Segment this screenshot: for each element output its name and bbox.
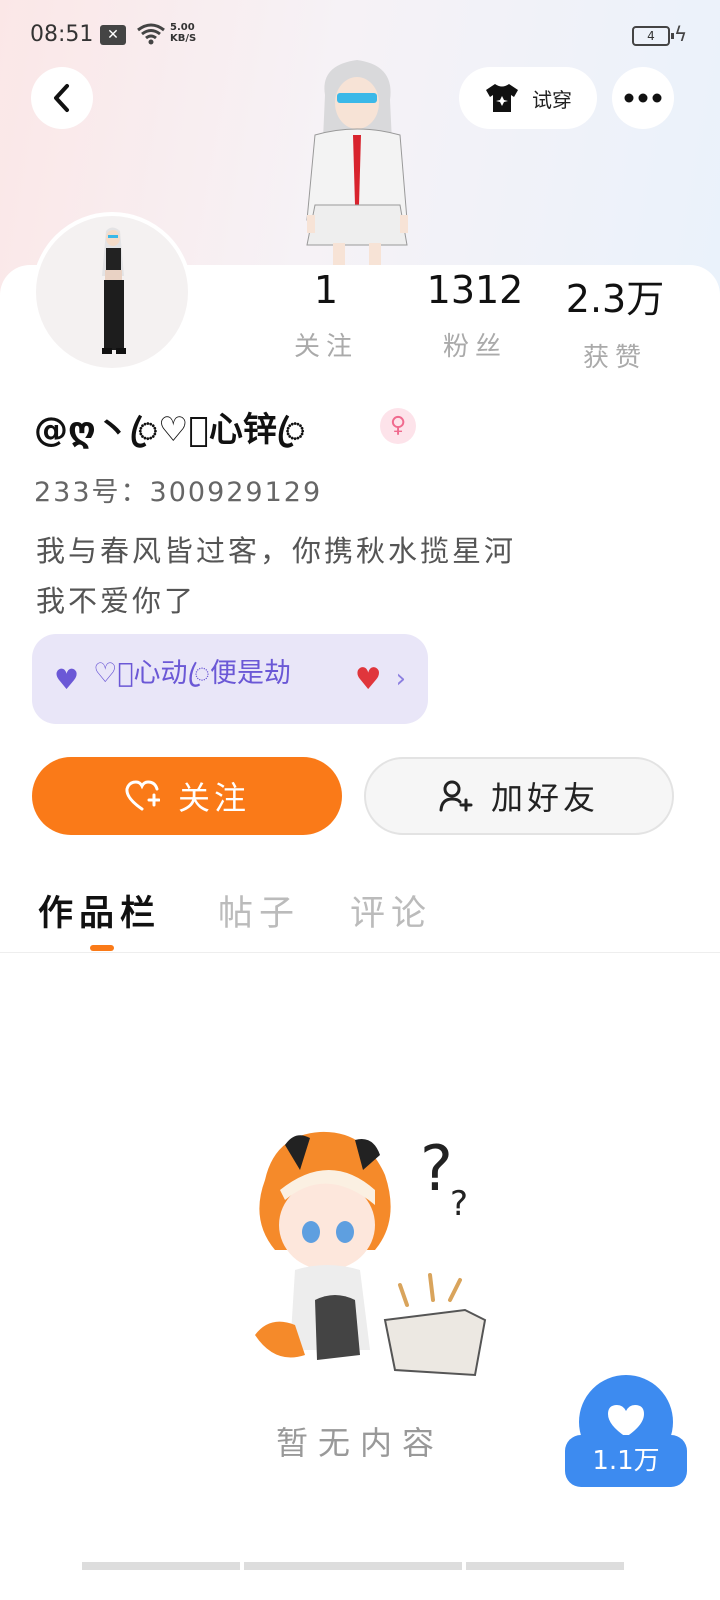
tab-posts[interactable]: 帖子 [218, 885, 300, 936]
notification-icon: ✕ [100, 25, 126, 45]
user-id: 233号：300929129 [34, 477, 323, 508]
back-icon [54, 84, 69, 112]
heart-icon: ♥ [54, 662, 80, 696]
fan-medal-banner[interactable]: ♥ ♡ꦿ心动ꦿ便是劫 ♥ › [32, 634, 428, 724]
followers-count: 1312 [426, 268, 524, 312]
status-time: 08:51 [30, 22, 94, 47]
followers-label: 粉丝 [442, 332, 507, 362]
likes-label: 获赞 [582, 343, 647, 373]
red-heart-icon: ♥ [354, 661, 382, 697]
nav-bar-segment [244, 1562, 462, 1570]
network-speed-unit: KB/S [170, 33, 197, 44]
bio-line-1: 我与春风皆过客，你携秋水揽星河 [36, 534, 517, 568]
network-speed-value: 5.00 [170, 22, 195, 33]
nav-bar-segment [82, 1562, 240, 1570]
shirt-icon [486, 84, 518, 112]
charging-icon: ϟ [674, 22, 688, 46]
add-friend-label: 加好友 [490, 779, 599, 817]
medal-text: ♡ꦿ心动ꦿ便是劫 [93, 658, 291, 689]
heart-plus-icon [125, 780, 160, 811]
back-button[interactable] [31, 67, 93, 129]
likes-count: 2.3万 [565, 277, 665, 321]
bio-line-2: 我不爱你了 [36, 584, 197, 618]
tab-divider [0, 952, 720, 953]
heart-icon [608, 1405, 644, 1437]
try-on-label: 试穿 [532, 87, 572, 112]
tab-works[interactable]: 作品栏 [38, 885, 161, 936]
stat-followers[interactable]: 1312 粉丝 [420, 268, 530, 363]
wifi-icon [136, 22, 166, 50]
follow-label: 关注 [177, 779, 250, 817]
more-button[interactable] [612, 67, 674, 129]
svg-text:?: ? [420, 1132, 453, 1205]
avatar-figure [102, 227, 126, 354]
chevron-right-icon: › [395, 664, 406, 694]
user-plus-icon [439, 780, 473, 812]
follow-button[interactable]: 关注 [32, 757, 342, 835]
try-on-button[interactable]: 试穿 [459, 67, 597, 129]
nav-bar-segment [466, 1562, 624, 1570]
female-icon: ♀ [380, 408, 416, 444]
following-label: 关注 [293, 332, 358, 362]
more-icon [624, 93, 662, 103]
stat-following[interactable]: 1 关注 [290, 268, 362, 363]
username: @ღ丶ꦿ♡ꦿ心锌ꦿ [34, 410, 306, 450]
stat-likes[interactable]: 2.3万 获赞 [560, 268, 670, 374]
svg-text:?: ? [450, 1184, 468, 1224]
tab-comments[interactable]: 评论 [350, 885, 432, 936]
avatar[interactable] [32, 212, 192, 372]
network-speed: 5.00 KB/S [170, 22, 196, 44]
avatar-character-figure [306, 60, 408, 265]
following-count: 1 [313, 268, 339, 312]
battery-icon: 4 [632, 26, 674, 46]
empty-state-illustration: ? ? [255, 1131, 487, 1377]
add-friend-button[interactable]: 加好友 [364, 757, 674, 835]
active-tab-indicator [90, 945, 114, 951]
like-count: 1.1万 [565, 1435, 687, 1487]
